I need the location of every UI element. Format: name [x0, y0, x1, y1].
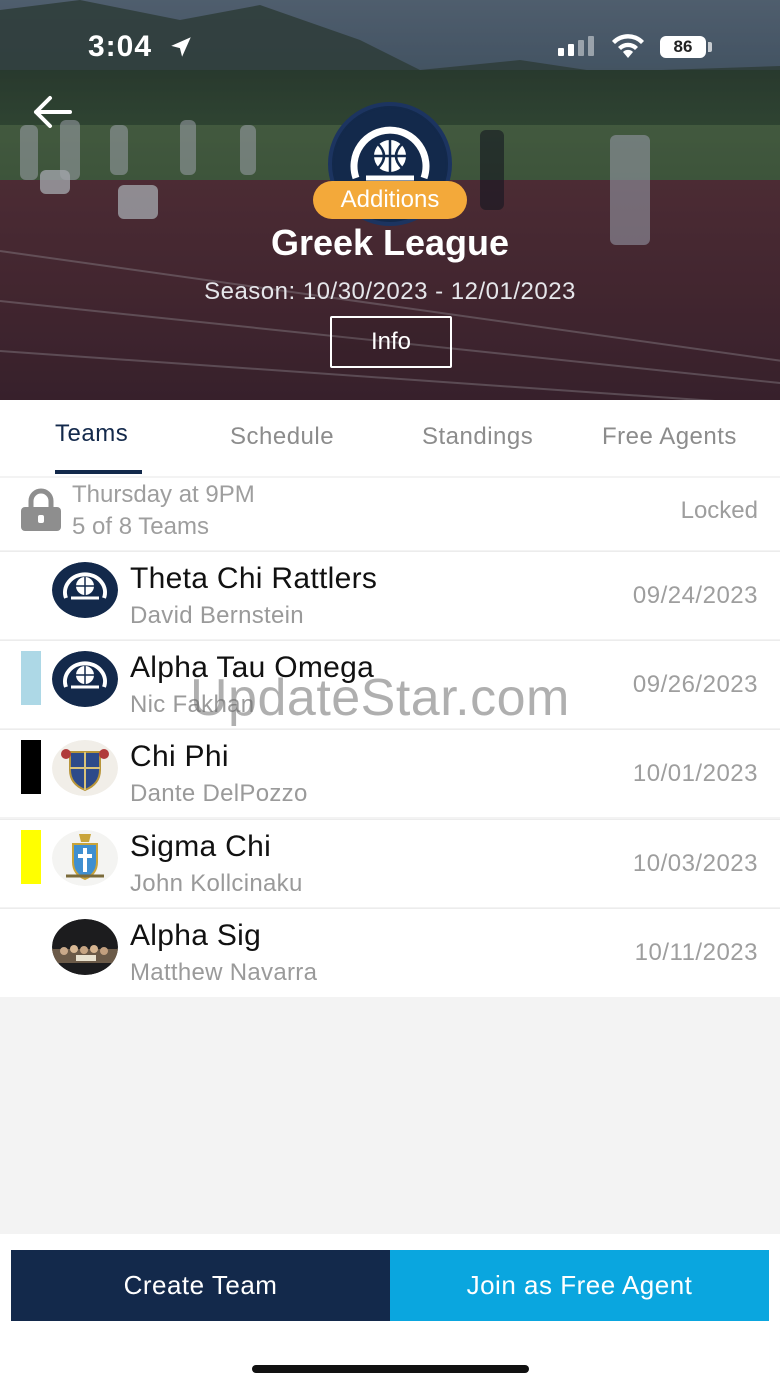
location-arrow-icon	[171, 37, 191, 57]
team-row[interactable]: Sigma Chi John Kollcinaku 10/03/2023	[0, 819, 780, 907]
active-tab-indicator	[55, 470, 142, 474]
team-name: Alpha Sig	[130, 919, 262, 952]
team-date: 10/01/2023	[632, 760, 758, 787]
season-dates: Season: 10/30/2023 - 12/01/2023	[204, 278, 576, 305]
team-row[interactable]: Alpha Tau Omega Nic Fakhan 09/26/2023	[0, 640, 780, 728]
team-row[interactable]: Chi Phi Dante DelPozzo 10/01/2023	[0, 729, 780, 817]
team-color-swatch	[21, 740, 41, 794]
division-status: Locked	[680, 497, 758, 524]
team-date: 10/03/2023	[632, 850, 758, 877]
team-captain: David Bernstein	[130, 602, 304, 629]
team-logo	[52, 562, 118, 618]
team-row[interactable]: Theta Chi Rattlers David Bernstein 09/24…	[0, 551, 780, 639]
division-time: Thursday at 9PM	[72, 481, 255, 508]
battery-indicator: 86	[660, 36, 706, 58]
lock-icon	[21, 488, 61, 531]
league-header: 3:04 86 Additions Greek League Season: 1…	[0, 0, 780, 400]
division-team-count: 5 of 8 Teams	[72, 513, 209, 540]
team-name: Theta Chi Rattlers	[130, 562, 378, 595]
team-captain: John Kollcinaku	[130, 870, 303, 897]
clock: 3:04	[88, 30, 153, 63]
team-captain: Nic Fakhan	[130, 691, 255, 718]
team-color-swatch	[21, 830, 41, 884]
team-color-swatch	[21, 651, 41, 705]
team-row[interactable]: Alpha Sig Matthew Navarra 10/11/2023	[0, 908, 780, 997]
team-date: 10/11/2023	[634, 939, 758, 966]
info-button[interactable]: Info	[330, 316, 452, 368]
team-crest-image	[52, 740, 118, 796]
status-badge: Additions	[313, 181, 467, 219]
back-arrow-icon[interactable]	[30, 92, 76, 132]
tab-teams[interactable]: Teams	[55, 420, 128, 448]
team-captain: Dante DelPozzo	[130, 780, 308, 807]
team-date: 09/26/2023	[632, 671, 758, 698]
status-bar: 3:04 86	[0, 0, 780, 96]
tab-free-agents[interactable]: Free Agents	[602, 423, 737, 451]
team-crest-image	[52, 830, 118, 886]
team-date: 09/24/2023	[632, 582, 758, 609]
wifi-icon	[612, 34, 644, 58]
tab-standings[interactable]: Standings	[422, 423, 533, 451]
home-indicator[interactable]	[252, 1365, 529, 1373]
team-logo	[52, 651, 118, 707]
join-free-agent-button[interactable]: Join as Free Agent	[390, 1250, 769, 1321]
team-photo	[52, 919, 118, 975]
create-team-button[interactable]: Create Team	[11, 1250, 390, 1321]
cellular-signal-icon	[558, 36, 594, 56]
tab-bar: Teams Schedule Standings Free Agents	[0, 400, 780, 476]
page-title: Greek League	[270, 222, 510, 263]
team-name: Alpha Tau Omega	[130, 651, 375, 684]
team-name: Sigma Chi	[130, 830, 272, 863]
team-name: Chi Phi	[130, 740, 229, 773]
team-captain: Matthew Navarra	[130, 959, 318, 986]
tab-schedule[interactable]: Schedule	[230, 423, 334, 451]
